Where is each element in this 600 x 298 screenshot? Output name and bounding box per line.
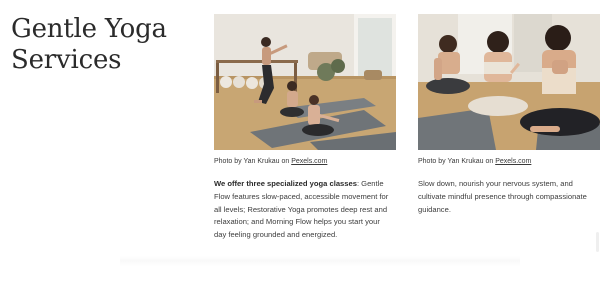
page-title: Gentle Yoga Services: [11, 14, 191, 76]
pexels-link[interactable]: Pexels.com: [495, 158, 531, 165]
section-divider: [120, 256, 520, 266]
yoga-class-image: [214, 14, 396, 150]
page-title-line-2: Services: [11, 45, 122, 75]
classes-description-body: : Gentle Flow features slow-paced, acces…: [214, 179, 389, 240]
classes-description: We offer three specialized yoga classes:…: [214, 178, 394, 242]
photo-credit-text: Photo by Yan Krukau on: [418, 158, 496, 165]
meditation-class-photo: [418, 14, 600, 150]
page-title-line-1: Gentle Yoga: [11, 14, 167, 44]
scroll-indicator[interactable]: [596, 232, 599, 252]
pexels-link[interactable]: Pexels.com: [291, 158, 327, 165]
yoga-class-photo: [214, 14, 396, 150]
photo-credit: Photo by Yan Krukau on Pexels.com: [214, 157, 327, 166]
photo-credit-text: Photo by Yan Krukau on: [214, 158, 292, 165]
classes-description-intro: We offer three specialized yoga classes: [214, 179, 357, 188]
photo-credit: Photo by Yan Krukau on Pexels.com: [418, 157, 531, 166]
meditation-class-image: [418, 14, 600, 150]
mindfulness-description: Slow down, nourish your nervous system, …: [418, 179, 587, 214]
